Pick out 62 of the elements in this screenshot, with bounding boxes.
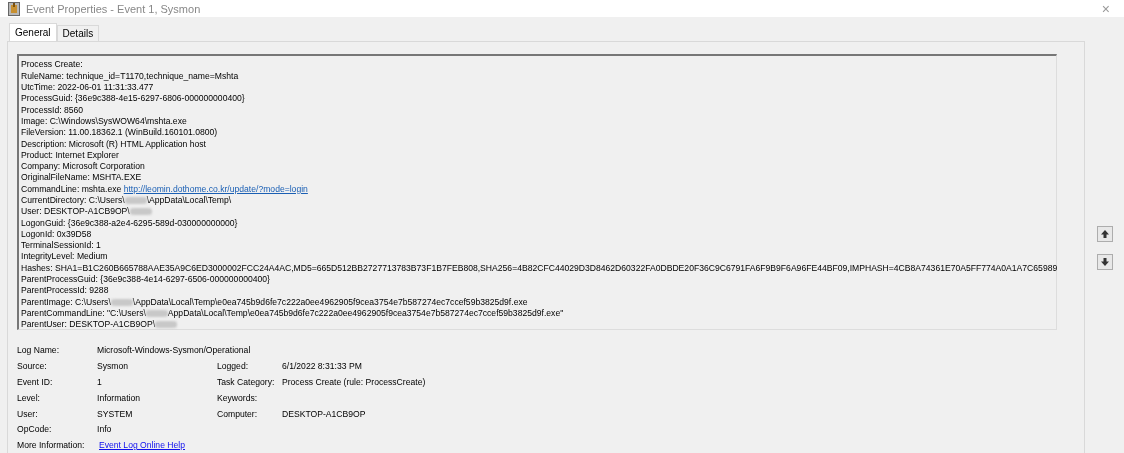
field-label: Source:: [17, 361, 48, 372]
event-text: RuleName: technique_id=T1170,technique_name=Mshta: [21, 70, 239, 82]
next-event-button[interactable]: [1096, 254, 1113, 271]
event-text: LogonId: 0x39D58: [21, 228, 92, 241]
event-text: IntegrityLevel: Medium: [21, 251, 108, 263]
field-value: Info: [97, 424, 112, 435]
event-text: CommandLine: mshta.exe: [21, 183, 123, 195]
field-label: Logged:: [217, 361, 250, 372]
event-text: Company: Microsoft Corporation: [21, 161, 145, 173]
blurred-text: [110, 298, 133, 306]
field-label: Level:: [17, 392, 41, 403]
event-text: LogonGuid: {36e9c388-a2e4-6295-589d-030000000000}: [21, 217, 238, 229]
event-text: ProcessGuid: {36e9c388-4e15-6297-6806-000000000400}: [21, 93, 245, 105]
blurred-text: [129, 208, 152, 216]
previous-event-button[interactable]: [1096, 226, 1113, 243]
event-text: ParentCommandLine: "C:\Users\: [21, 307, 146, 320]
event-text: ParentUser: DESKTOP-A1CB9OP\: [21, 319, 156, 331]
field-label: User:: [17, 408, 39, 419]
event-text: User: DESKTOP-A1CB9OP\: [21, 206, 130, 218]
blurred-text: [124, 197, 147, 205]
event-text: ParentImage: C:\Users\: [21, 296, 111, 308]
blurred-text: [155, 321, 178, 329]
event-text: FileVersion: 11.00.18362.1 (WinBuild.160101.0800): [21, 127, 218, 139]
field-value: SYSTEM: [97, 408, 133, 419]
field-value: DESKTOP-A1CB9OP: [282, 408, 366, 419]
tab[interactable]: Details: [56, 25, 100, 42]
event-text: Process Create:: [21, 59, 83, 71]
event-text: CurrentDirectory: C:\Users\: [21, 195, 125, 207]
field-label: Log Name:: [17, 345, 61, 356]
field-value: 1: [97, 376, 102, 387]
event-text: Hashes: SHA1=B1C260B665788AAE35A9C6ED3000002FCC24A4AC,MD5=665D512BB2727713783B73F1B7FEB808,SHA256=4B82CFC44029D3D8462D60322FA0DBDE20F36C9C6791FA6F9B9F6A96FE44BF09,IMPHASH=4CB8A74361E70A5FF774A0A1A7C65989: [21, 262, 1058, 275]
event-text: Image: C:\Windows\SysWOW64\mshta.exe: [21, 115, 187, 128]
event-text: TerminalSessionId: 1: [21, 240, 101, 252]
field-value: Process Create (rule: ProcessCreate): [282, 376, 426, 387]
event-text: \AppData\Local\Temp\: [146, 195, 232, 207]
field-label: Task Category:: [217, 376, 276, 387]
down-arrow-icon: [1099, 257, 1110, 268]
up-arrow-icon: [1099, 229, 1110, 240]
field-label: OpCode:: [17, 424, 53, 435]
field-value: Information: [97, 392, 140, 403]
app-icon: [8, 1, 20, 16]
blurred-text: [145, 310, 168, 318]
field-label: Computer:: [217, 408, 259, 419]
tab[interactable]: General: [9, 23, 57, 42]
field-value: Sysmon: [97, 361, 129, 372]
event-text: Description: Microsoft (R) HTML Application host: [21, 138, 206, 150]
help-link[interactable]: Event Log Online Help: [97, 440, 185, 451]
field-label: Event ID:: [17, 376, 54, 387]
event-text: AppData\Local\Temp\e0ea745b9d6fe7c222a0ee4962905f9cea3754e7b587274ec7ccef59b3825d9f.exe": [167, 307, 564, 320]
event-text: \AppData\Local\Temp\e0ea745b9d6fe7c222a0ee4962905f9cea3754e7b587274ec7ccef59b3825d9f.exe: [132, 296, 528, 308]
event-text: ParentProcessGuid: {36e9c388-4e14-6297-6506-000000000400}: [21, 274, 270, 286]
event-text: UtcTime: 2022-06-01 11:31:33.477: [21, 82, 154, 94]
field-label: Keywords:: [217, 392, 259, 403]
event-text: Product: Internet Explorer: [21, 149, 119, 162]
field-label: More Information:: [17, 440, 86, 451]
event-text: ProcessId: 8560: [21, 104, 84, 116]
field-value: 6/1/2022 8:31:33 PM: [282, 361, 362, 372]
event-text: ParentProcessId: 9288: [21, 285, 109, 297]
event-text: OriginalFileName: MSHTA.EXE: [21, 172, 142, 184]
field-value: Microsoft-Windows-Sysmon/Operational: [97, 345, 251, 356]
command-line-link[interactable]: http://leomin.dothome.co.kr/update/?mode=login: [123, 183, 308, 195]
window-title: Event Properties - Event 1, Sysmon: [26, 2, 202, 15]
